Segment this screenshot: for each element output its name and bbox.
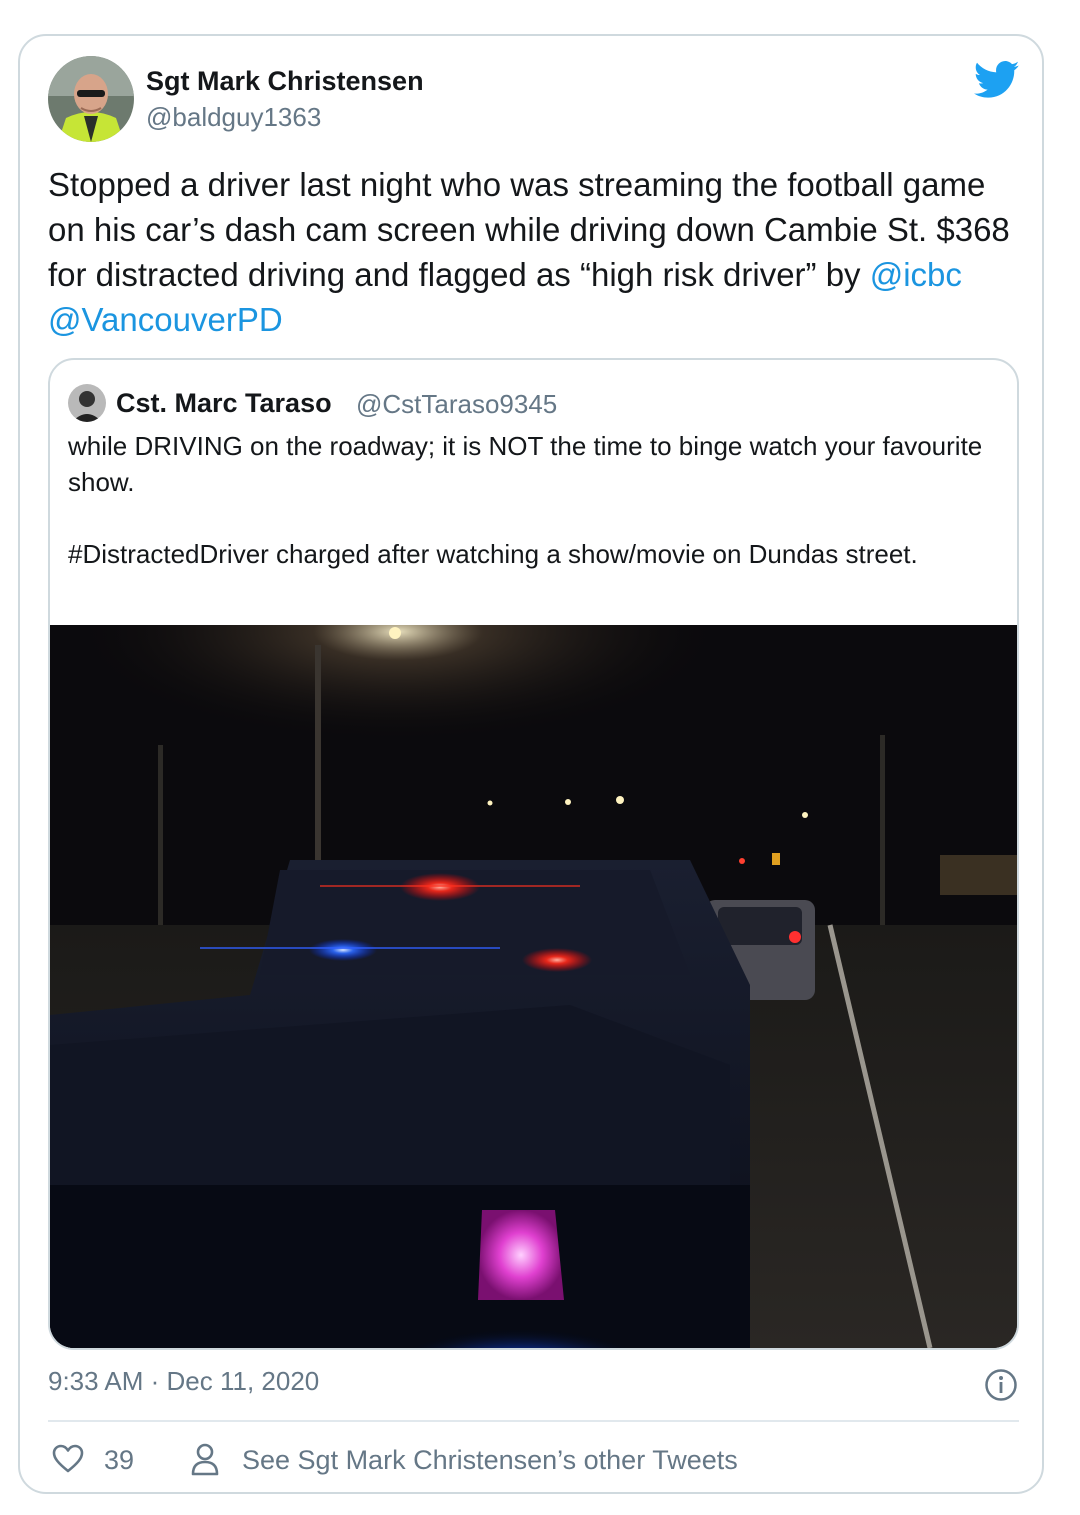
author-name[interactable]: Sgt Mark Christensen [146,66,424,97]
tweet-text: Stopped a driver last night who was stre… [48,162,1023,342]
author-avatar[interactable] [48,56,134,142]
tweet-card[interactable]: Sgt Mark Christensen @baldguy1363 Stoppe… [18,34,1044,1494]
quoted-tweet[interactable]: Cst. Marc Taraso @CstTaraso9345 while DR… [48,358,1019,1350]
heart-icon[interactable] [52,1444,84,1474]
like-count[interactable]: 39 [104,1445,134,1476]
info-icon[interactable] [984,1368,1018,1402]
twitter-bird-icon[interactable] [973,60,1020,100]
quoted-author-handle[interactable]: @CstTaraso9345 [356,389,557,420]
quoted-photo[interactable] [50,625,1017,1348]
person-icon[interactable] [190,1442,220,1476]
tweet-body: Stopped a driver last night who was stre… [48,166,1010,293]
author-handle[interactable]: @baldguy1363 [146,102,321,133]
mention-vancouverpd[interactable]: @VancouverPD [48,301,283,338]
quoted-text-line: #DistractedDriver charged after watching… [68,539,918,569]
quoted-text: while DRIVING on the roadway; it is NOT … [68,428,998,572]
see-other-tweets-link[interactable]: See Sgt Mark Christensen’s other Tweets [242,1445,738,1476]
mention-icbc[interactable]: @icbc [870,256,962,293]
quoted-author-name[interactable]: Cst. Marc Taraso [116,388,332,419]
divider [48,1420,1019,1422]
quoted-author-avatar[interactable] [68,384,106,422]
tweet-timestamp[interactable]: 9:33 AM · Dec 11, 2020 [48,1366,319,1397]
quoted-text-line: while DRIVING on the roadway; it is NOT … [68,431,983,497]
